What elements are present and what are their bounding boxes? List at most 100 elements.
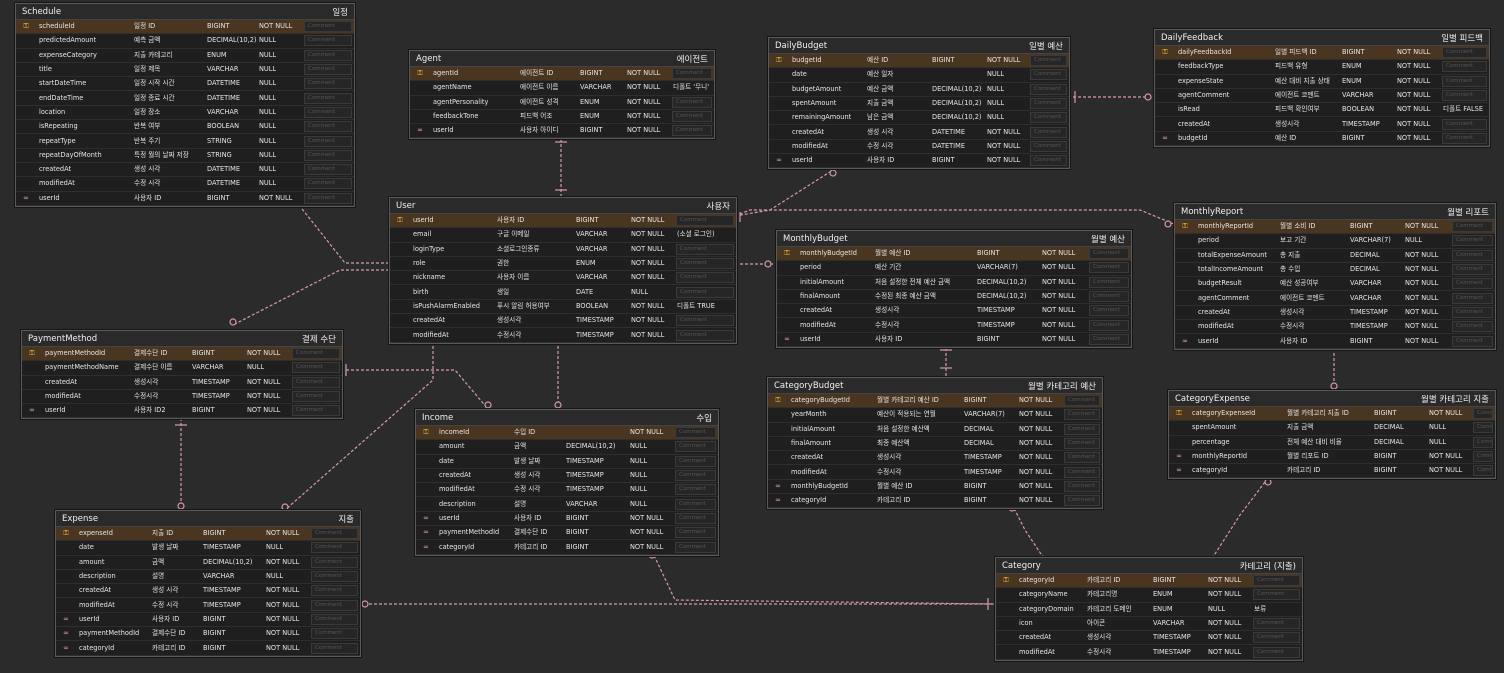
field-row[interactable]: email 구글 이메일 VARCHAR NOT NULL (소셜 로그인)	[390, 228, 736, 243]
field-row[interactable]: ⚿ expenseId 지출 ID BIGINT NOT NULL Comment	[56, 527, 360, 542]
field-row[interactable]: ⚿ scheduleId 일정 ID BIGINT NOT NULL Comment	[16, 20, 354, 35]
field-row[interactable]: finalAmount 수정된 최종 예산 금액 DECIMAL(10,2) NOT …	[777, 290, 1131, 305]
field-row[interactable]: ∞ userId 사용자 ID2 BIGINT NOT NULL Comment	[22, 404, 342, 419]
field-row[interactable]: createdAt 생성 시각 DATETIME NULL Comment	[16, 163, 354, 178]
entity-header[interactable]: DailyBudget 일별 예산	[769, 38, 1069, 54]
entity-expense[interactable]: Expense 지출 ⚿ expenseId 지출 ID BIGINT NOT NULL Co…	[55, 510, 361, 657]
field-row[interactable]: agentPersonality 에이전트 성격 ENUM NOT NULL Comme…	[410, 96, 714, 110]
field-row[interactable]: initialAmount 처음 설정한 예산액 DECIMAL NOT NULL Co…	[768, 423, 1102, 437]
field-row[interactable]: paymentMethodName 결제수단 이름 VARCHAR NULL Comme…	[22, 361, 342, 376]
field-row[interactable]: agentComment 에이전트 코멘트 VARCHAR NOT NULL Comme…	[1155, 89, 1489, 104]
field-row[interactable]: createdAt 생성시각 TIMESTAMP NOT NULL Comment	[390, 314, 736, 329]
field-row[interactable]: date 예산 일자 NULL Comment	[769, 68, 1069, 83]
field-row[interactable]: ⚿ categoryExpenseId 월별 카테고리 지출 ID BIGINT NOT…	[1169, 407, 1495, 422]
rel-income-category[interactable]	[651, 550, 996, 605]
entity-dailybudget[interactable]: DailyBudget 일별 예산 ⚿ budgetId 예산 ID BIGINT NOT …	[768, 37, 1070, 170]
field-row[interactable]: createdAt 생성 시각 TIMESTAMP NULL Comment	[416, 469, 718, 484]
field-row[interactable]: categoryName 카테고리명 ENUM NOT NULL Comment	[996, 588, 1302, 603]
field-row[interactable]: modifiedAt 수정 시각 TIMESTAMP NULL Comment	[416, 483, 718, 498]
entity-user[interactable]: User 사용자 ⚿ userId 사용자 ID BIGINT NOT NULL Commen…	[389, 197, 737, 344]
field-row[interactable]: createdAt 생성시각 TIMESTAMP NOT NULL Comment	[768, 451, 1102, 466]
field-row[interactable]: birth 생일 DATE NULL Comment	[390, 285, 736, 300]
entity-header[interactable]: MonthlyBudget 월별 예산	[777, 231, 1131, 247]
rel-user-monthlyreport[interactable]	[734, 209, 1175, 225]
field-row[interactable]: expenseState 예산 대비 지출 상태 ENUM NOT NULL Comme…	[1155, 75, 1489, 89]
field-row[interactable]: feedbackType 피드백 유형 ENUM NOT NULL Comment	[1155, 60, 1489, 75]
field-row[interactable]: ⚿ agentId 에이전트 ID BIGINT NOT NULL Comment	[410, 67, 714, 82]
field-row[interactable]: endDateTime 일정 종료 시간 DATETIME NULL Comment	[16, 91, 354, 106]
field-row[interactable]: location 일정 장소 VARCHAR NULL Comment	[16, 106, 354, 121]
entity-header[interactable]: Income 수입	[416, 410, 718, 426]
field-row[interactable]: totalIncomeAmount 총 수입 DECIMAL NOT NULL Comm…	[1175, 263, 1495, 278]
entity-agent[interactable]: Agent 에이전트 ⚿ agentId 에이전트 ID BIGINT NOT NULL Co…	[409, 50, 715, 140]
field-row[interactable]: ⚿ incomeId 수입 ID NOT NULL Comment	[416, 426, 718, 441]
field-row[interactable]: spentAmount 지출 금액 DECIMAL NULL Comment	[1169, 421, 1495, 436]
field-row[interactable]: modifiedAt 수정 시각 TIMESTAMP NOT NULL Comment	[56, 598, 360, 613]
entity-monthlyreport[interactable]: MonthlyReport 월별 리포트 ⚿ monthlyReportId 월별 소비…	[1174, 203, 1496, 350]
field-row[interactable]: repeatType 반복 주기 STRING NULL Comment	[16, 134, 354, 149]
field-row[interactable]: createdAt 생성시각 TIMESTAMP NOT NULL Comment	[1175, 306, 1495, 321]
rel-paymentmethod-income[interactable]	[341, 369, 489, 410]
entity-monthlybudget[interactable]: MonthlyBudget 월별 예산 ⚿ monthlyBudgetId 월별 예산 …	[776, 230, 1132, 349]
field-row[interactable]: ∞ categoryId 카테고리 ID BIGINT NOT NULL Comment	[56, 641, 360, 656]
field-row[interactable]: createdAt 생성시각 TIMESTAMP NOT NULL Comment	[777, 304, 1131, 319]
field-row[interactable]: ∞ categoryId 카테고리 ID BIGINT NOT NULL Comment	[768, 494, 1102, 509]
entity-category[interactable]: Category 카테고리 (지출) ⚿ categoryId 카테고리 ID BIGIN…	[995, 557, 1303, 661]
field-row[interactable]: isPushAlarmEnabled 푸시 알림 허용여부 BOOLEAN NOT N…	[390, 300, 736, 315]
rel-categorybudget-category[interactable]	[1011, 503, 1044, 558]
field-row[interactable]: budgetResult 예산 성공여부 VARCHAR NOT NULL Commen…	[1175, 277, 1495, 292]
entity-income[interactable]: Income 수입 ⚿ incomeId 수입 ID NOT NULL Comment amo…	[415, 409, 719, 556]
field-row[interactable]: feedbackTone 피드백 어조 ENUM NOT NULL Comment	[410, 110, 714, 125]
field-row[interactable]: createdAt 생성 시각 DATETIME NOT NULL Comment	[769, 125, 1069, 140]
field-row[interactable]: yearMonth 예산이 적용되는 연월 VARCHAR(7) NOT NULL Co…	[768, 408, 1102, 423]
field-row[interactable]: ⚿ paymentMethodId 결제수단 ID BIGINT NOT NULL Com…	[22, 347, 342, 362]
field-row[interactable]: amount 금액 DECIMAL(10,2) NULL Comment	[416, 440, 718, 455]
field-row[interactable]: description 설명 VARCHAR NULL Comment	[416, 497, 718, 512]
field-row[interactable]: date 발생 날짜 TIMESTAMP NULL Comment	[56, 541, 360, 556]
field-row[interactable]: budgetAmount 예산 금액 DECIMAL(10,2) NULL Commen…	[769, 83, 1069, 97]
field-row[interactable]: loginType 소셜로그인종류 VARCHAR NOT NULL Comment	[390, 243, 736, 257]
field-row[interactable]: ∞ userId 사용자 ID BIGINT NOT NULL Comment	[16, 192, 354, 206]
field-row[interactable]: remainingAmount 남은 금액 DECIMAL(10,2) NULL Com…	[769, 111, 1069, 126]
field-row[interactable]: modifiedAt 수정 시각 DATETIME NOT NULL Comment	[769, 140, 1069, 155]
field-row[interactable]: spentAmount 지출 금액 DECIMAL(10,2) NULL Comment	[769, 97, 1069, 112]
entity-header[interactable]: CategoryBudget 월별 카테고리 예산	[768, 378, 1102, 394]
field-row[interactable]: date 발생 날짜 TIMESTAMP NULL Comment	[416, 455, 718, 469]
entity-categoryexpense[interactable]: CategoryExpense 월별 카테고리 지출 ⚿ categoryExpens…	[1168, 390, 1496, 480]
field-row[interactable]: modifiedAt 수정시각 TIMESTAMP NOT NULL Comment	[777, 318, 1131, 333]
field-row[interactable]: modifiedAt 수정시각 TIMESTAMP NOT NULL Comment	[22, 390, 342, 405]
entity-dailyfeedback[interactable]: DailyFeedback 일별 피드백 ⚿ dailyFeedbackId 일별 피드…	[1154, 29, 1490, 148]
entity-header[interactable]: Agent 에이전트	[410, 51, 714, 67]
field-row[interactable]: isRepeating 반복 여부 BOOLEAN NULL Comment	[16, 120, 354, 135]
field-row[interactable]: ∞ userId 사용자 ID BIGINT NOT NULL Comment	[56, 613, 360, 628]
rel-user-dailybudget[interactable]	[734, 169, 834, 217]
field-row[interactable]: ∞ categoryId 카테고리 ID BIGINT NOT NULL Comment	[416, 540, 718, 555]
entity-header[interactable]: PaymentMethod 결제 수단	[22, 331, 342, 347]
field-row[interactable]: startDateTime 일정 시작 시간 DATETIME NULL Comment	[16, 77, 354, 92]
field-row[interactable]: createdAt 생성 시각 TIMESTAMP NOT NULL Comment	[56, 584, 360, 599]
field-row[interactable]: isRead 피드백 확인여부 BOOLEAN NOT NULL 디폴트 FALSE	[1155, 103, 1489, 118]
field-row[interactable]: description 설명 VARCHAR NULL Comment	[56, 570, 360, 585]
field-row[interactable]: finalAmount 최종 예산액 DECIMAL NOT NULL Comment	[768, 437, 1102, 452]
entity-header[interactable]: DailyFeedback 일별 피드백	[1155, 30, 1489, 46]
field-row[interactable]: predictedAmount 예측 금액 DECIMAL(10,2) NULL Com…	[16, 34, 354, 49]
entity-schedule[interactable]: Schedule 일정 ⚿ scheduleId 일정 ID BIGINT NOT NULL…	[15, 3, 355, 207]
entity-paymentmethod[interactable]: PaymentMethod 결제 수단 ⚿ paymentMethodId 결제수단 I…	[21, 330, 343, 420]
field-row[interactable]: period 보고 기간 VARCHAR(7) NULL Comment	[1175, 234, 1495, 249]
field-row[interactable]: ⚿ monthlyReportId 월별 소비 ID BIGINT NOT NULL Co…	[1175, 220, 1495, 235]
field-row[interactable]: categoryDomain 카테고리 도메인 ENUM NULL 보류	[996, 603, 1302, 617]
field-row[interactable]: ∞ budgetId 예산 ID BIGINT NOT NULL Comment	[1155, 132, 1489, 147]
field-row[interactable]: agentComment 에이전트 코멘트 VARCHAR NOT NULL Comme…	[1175, 291, 1495, 306]
field-row[interactable]: totalExpenseAmount 총 지출 DECIMAL NOT NULL Com…	[1175, 249, 1495, 263]
entity-categorybudget[interactable]: CategoryBudget 월별 카테고리 예산 ⚿ categoryBudgetI…	[767, 377, 1103, 510]
field-row[interactable]: ∞ paymentMethodId 결제수단 ID BIGINT NOT NULL Com…	[56, 627, 360, 642]
rel-categoryexpense-category[interactable]	[1212, 477, 1269, 558]
field-row[interactable]: ∞ monthlyReportId 월별 리포트 ID BIGINT NOT NULL C…	[1169, 450, 1495, 465]
field-row[interactable]: ∞ userId 사용자 ID BIGINT NOT NULL Comment	[1175, 334, 1495, 349]
field-row[interactable]: period 예산 기간 VARCHAR(7) NOT NULL Comment	[777, 261, 1131, 276]
field-row[interactable]: nickname 사용자 이름 VARCHAR NOT NULL Comment	[390, 271, 736, 286]
field-row[interactable]: modifiedAt 수정 시각 DATETIME NULL Comment	[16, 177, 354, 192]
field-row[interactable]: modifiedAt 수정시각 TIMESTAMP NOT NULL Comment	[1175, 320, 1495, 335]
field-row[interactable]: agentName 에이전트 이름 VARCHAR NOT NULL 디폴트 '무니'	[410, 81, 714, 96]
field-row[interactable]: initialAmount 처음 설정한 전체 예산 금액 DECIMAL(10,2…	[777, 276, 1131, 290]
